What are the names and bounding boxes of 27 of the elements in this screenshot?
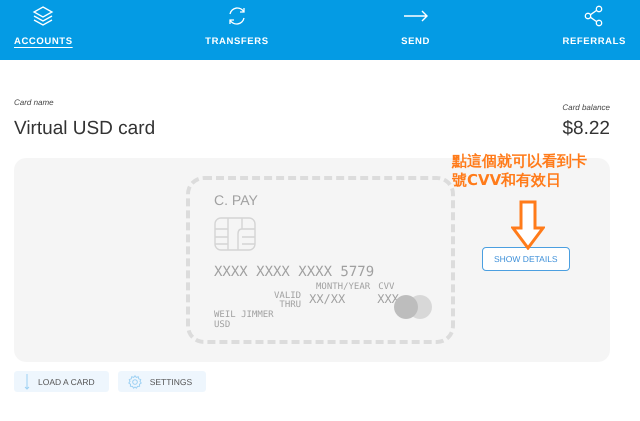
- card-name-label: Card name: [14, 98, 55, 107]
- chip-icon: [214, 217, 256, 251]
- cvv-caption: CVV: [378, 282, 394, 292]
- cardholder-name: WEIL JIMMER: [214, 310, 275, 320]
- settings-icon: [128, 374, 142, 388]
- nav-tab[interactable]: REFERRALS: [562, 0, 626, 60]
- layers-icon: [32, 5, 54, 27]
- card-number: XXXX XXXX XXXX 5779: [214, 264, 374, 280]
- annotation-text: 點這個就可以看到卡 號CVV和有效日: [452, 152, 587, 190]
- action-button[interactable]: LOAD A CARD: [14, 371, 109, 392]
- card-brand: C. PAY: [214, 192, 258, 208]
- expiry-caption: MONTH/YEAR: [316, 282, 370, 292]
- valid-thru-label: VALID THRU: [274, 292, 302, 310]
- card-expiry: XX/XX: [309, 292, 346, 306]
- nav-tab[interactable]: ACCOUNTS: [14, 0, 73, 60]
- nav-tab[interactable]: SEND: [401, 0, 430, 60]
- arrow-right-icon: [402, 10, 429, 22]
- card-balance: $8.22: [562, 118, 610, 140]
- share-icon: [584, 5, 604, 27]
- show-details-button[interactable]: SHOW DETAILS: [482, 247, 570, 271]
- down-arrow-icon: [511, 200, 545, 250]
- down-arrow-icon: [24, 374, 30, 390]
- nav-tab[interactable]: TRANSFERS: [205, 0, 269, 60]
- card-balance-label: Card balance: [562, 103, 610, 112]
- card-name: Virtual USD card: [14, 118, 156, 140]
- card-currency: USD: [214, 320, 232, 330]
- action-button[interactable]: SETTINGS: [118, 371, 206, 392]
